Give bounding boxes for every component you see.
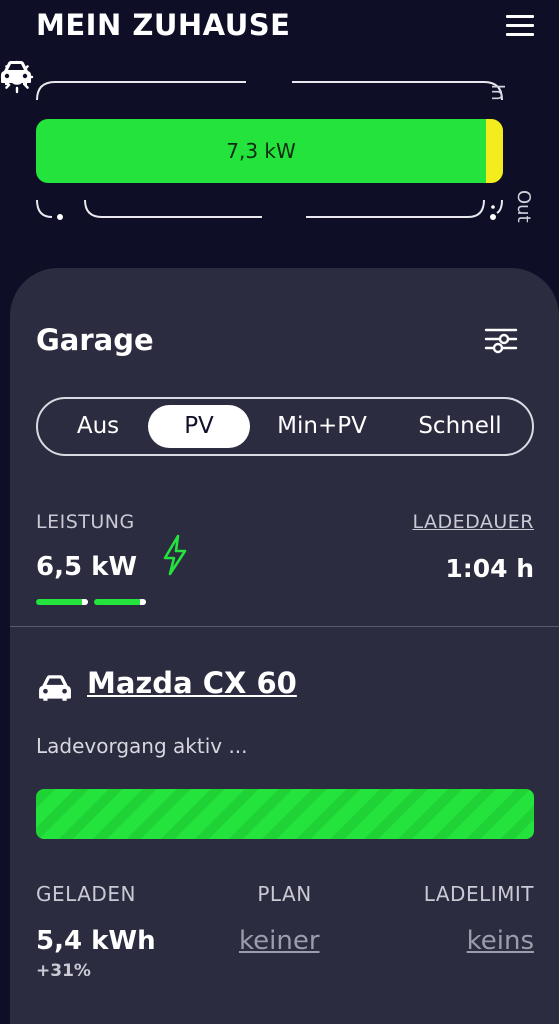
geladen-value: 5,4 kWh [36, 926, 156, 956]
lightning-bolt-icon [163, 534, 187, 576]
app-header: MEIN ZUHAUSE [0, 0, 559, 60]
leistung-value: 6,5 kW [36, 552, 138, 582]
garage-card: Garage Aus PV Min+PV Schnell LEISTUNG 6,… [10, 268, 559, 1024]
mode-option-pv[interactable]: PV [148, 405, 250, 448]
geladen-delta: +31% [36, 961, 91, 981]
grid-share [486, 119, 503, 183]
divider [10, 626, 559, 627]
phase-bar [36, 599, 88, 605]
power-value: 7,3 kW [226, 139, 296, 163]
ladelimit-label: LADELIMIT [423, 882, 534, 906]
car-icon [1, 61, 31, 85]
charge-mode-toggle: Aus PV Min+PV Schnell [36, 397, 534, 456]
charging-progress-bar [36, 789, 534, 839]
hamburger-menu-icon[interactable] [506, 15, 534, 37]
energy-flow: In Out 7,3 kW [0, 60, 559, 240]
mode-option-schnell[interactable]: Schnell [398, 405, 522, 448]
plan-link[interactable]: keiner [239, 926, 320, 956]
ladedauer-link[interactable]: LADEDAUER [412, 511, 534, 533]
garage-title: Garage [36, 323, 154, 357]
vehicle-name-link[interactable]: Mazda CX 60 [87, 666, 297, 700]
charging-status: Ladevorgang aktiv ... [36, 734, 248, 758]
mode-option-aus[interactable]: Aus [50, 405, 146, 448]
ladedauer-value: 1:04 h [445, 554, 534, 583]
ladelimit-link[interactable]: keins [467, 926, 534, 956]
phase-bar [94, 599, 146, 605]
out-label: Out [513, 190, 534, 223]
leistung-label: LEISTUNG [36, 511, 135, 533]
mode-option-min-pv[interactable]: Min+PV [264, 405, 380, 448]
page-title: MEIN ZUHAUSE [36, 8, 291, 42]
power-bar: 7,3 kW [36, 119, 503, 183]
sliders-icon[interactable] [484, 324, 518, 354]
in-label: In [487, 84, 508, 101]
car-icon [39, 675, 71, 701]
